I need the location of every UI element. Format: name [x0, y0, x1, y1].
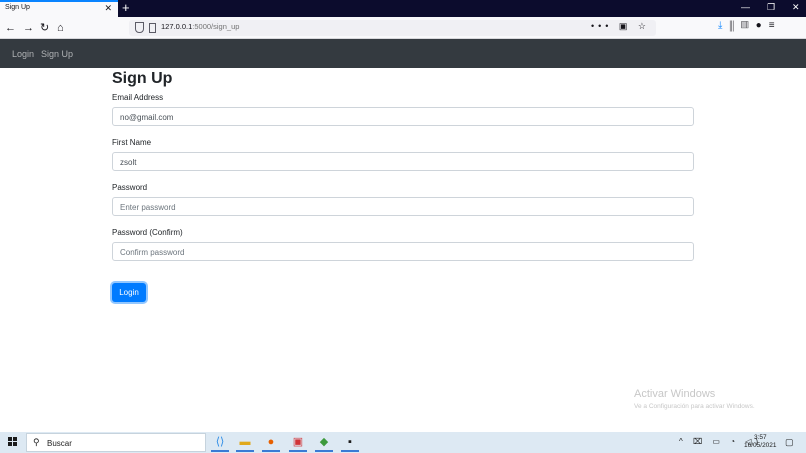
email-label: Email Address	[112, 93, 164, 102]
green-app-icon[interactable]: ◆	[313, 433, 335, 452]
url-path: :5000/sign_up	[192, 22, 240, 31]
search-icon: ⚲	[33, 437, 40, 447]
account-icon[interactable]: ●	[756, 20, 769, 31]
url-bar[interactable]: 127.0.0.1:5000/sign_up ••• ▣ ☆	[129, 20, 656, 36]
password-label: Password	[112, 183, 148, 192]
browser-titlebar: Sign Up ✕ + — ❐ ✕	[0, 0, 806, 17]
close-window-icon[interactable]: ✕	[792, 2, 800, 13]
clock-date: 16/05/2021	[744, 442, 777, 449]
password-confirm-label: Password (Confirm)	[112, 228, 183, 237]
url-host: 127.0.0.1	[161, 22, 193, 31]
clock-time: 3:57	[753, 434, 767, 441]
reload-icon[interactable]: ↻	[40, 21, 49, 35]
shield-icon[interactable]	[135, 22, 144, 33]
first-name-label: First Name	[112, 138, 152, 147]
nav-link-login[interactable]: Login	[12, 49, 34, 59]
minimize-icon[interactable]: —	[741, 2, 750, 12]
page-title: Sign Up	[112, 70, 173, 87]
password-field[interactable]: Enter password	[112, 197, 694, 216]
home-icon[interactable]: ⌂	[57, 21, 64, 35]
activation-watermark-subtitle: Ve a Configuración para activar Windows.	[634, 403, 755, 410]
page-info-icon[interactable]	[149, 23, 156, 33]
screen: Sign Up ✕ + — ❐ ✕ ← → ↻ ⌂ 127.0.0.1:5000…	[0, 0, 806, 453]
browser-toolbar-icons: ⤓⫼▥●≡	[718, 20, 782, 31]
first-name-field[interactable]: zsolt	[112, 152, 694, 171]
nav-link-sign-up[interactable]: Sign Up	[41, 49, 73, 59]
notification-icon[interactable]: ▢	[785, 437, 794, 448]
browser-tab[interactable]: Sign Up ✕	[0, 0, 118, 17]
tab-close-icon[interactable]: ✕	[104, 3, 112, 14]
sidebar-icon[interactable]: ▥	[741, 20, 756, 31]
password-confirm-field[interactable]: Confirm password	[112, 242, 694, 261]
email-field-value: no@gmail.com	[120, 113, 174, 122]
taskbar-clock[interactable]: 3:57 16/05/2021	[744, 434, 777, 450]
terminal-icon[interactable]: ▪	[339, 433, 361, 452]
activation-watermark-title: Activar Windows	[634, 388, 716, 400]
first-name-field-value: zsolt	[120, 158, 137, 167]
url-actions[interactable]: ••• ▣ ☆	[591, 21, 650, 32]
red-app-icon[interactable]: ▣	[287, 433, 309, 452]
forward-icon[interactable]: →	[23, 21, 34, 35]
back-icon[interactable]: ←	[5, 21, 16, 35]
tab-title: Sign Up	[5, 4, 30, 11]
menu-icon[interactable]: ≡	[769, 20, 782, 31]
search-placeholder: Buscar	[47, 439, 72, 448]
site-navbar: Login Sign Up	[0, 39, 806, 68]
new-tab-button[interactable]: +	[122, 0, 130, 16]
restore-icon[interactable]: ❐	[767, 2, 775, 13]
url-text[interactable]: 127.0.0.1:5000/sign_up	[161, 22, 239, 31]
password-placeholder: Enter password	[120, 203, 176, 212]
windows-start-icon[interactable]	[8, 437, 18, 447]
firefox-icon[interactable]: ●	[260, 433, 282, 452]
taskbar-search-input[interactable]: ⚲ Buscar	[26, 433, 206, 452]
file-explorer-icon[interactable]: ▬	[234, 433, 256, 452]
email-field[interactable]: no@gmail.com	[112, 107, 694, 126]
library-icon[interactable]: ⫼	[729, 20, 741, 31]
submit-button[interactable]: Login	[112, 283, 146, 302]
vscode-icon[interactable]: ⟨⟩	[209, 433, 231, 452]
taskbar: ⚲ Buscar ⟨⟩ ▬ ● ▣ ◆ ▪ ^ ⌧ ▭ ◔ ◁) 3:57 16…	[0, 432, 806, 453]
password-confirm-placeholder: Confirm password	[120, 248, 185, 257]
download-icon[interactable]: ⤓	[718, 20, 729, 31]
